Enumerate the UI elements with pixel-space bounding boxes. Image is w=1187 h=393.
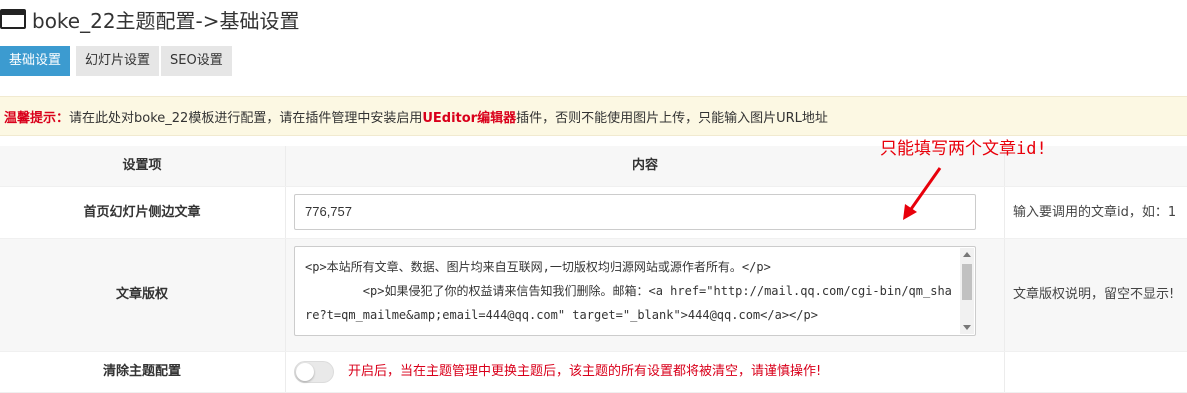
page-title: boke_22主题配置->基础设置	[32, 8, 300, 33]
table-row: 清除主题配置 开启后，当在主题管理中更换主题后，该主题的所有设置都将被清空，请谨…	[0, 352, 1187, 393]
annotation-arrow-icon	[903, 167, 942, 220]
tab-bar: 基础设置 幻灯片设置 SEO设置	[0, 46, 232, 76]
scroll-thumb[interactable]	[962, 264, 972, 300]
scroll-down-icon[interactable]	[963, 325, 971, 330]
toggle-knob	[296, 363, 314, 381]
content-cell: <p>本站所有文章、数据、图片均来自互联网,一切版权均归源网站或源作者所有。</…	[285, 239, 1005, 351]
row-label-copyright: 文章版权	[115, 287, 168, 302]
notice-banner: 温馨提示： 请在此处对boke_22模板进行配置，请在插件管理中安装启用 UEd…	[0, 96, 1187, 136]
row-help-copyright: 文章版权说明，留空不显示!	[1013, 287, 1175, 302]
slide-articles-input[interactable]: 776,757	[294, 194, 976, 230]
notice-text-after: 插件，否则不能使用图片上传，只能输入图片URL地址	[516, 110, 828, 126]
annotation-text: 只能填写两个文章id!	[880, 139, 1047, 159]
row-help-slide-articles: 输入要调用的文章id，如：1	[1013, 205, 1177, 220]
notice-text-before: 请在此处对boke_22模板进行配置，请在插件管理中安装启用	[69, 110, 423, 126]
table-row: 首页幻灯片侧边文章 776,757 输入要调用的文章id，如：1	[0, 187, 1187, 239]
clear-config-warning: 开启后，当在主题管理中更换主题后，该主题的所有设置都将被清空，请谨慎操作!	[348, 364, 822, 379]
window-icon	[0, 9, 26, 29]
scroll-up-icon[interactable]	[963, 252, 971, 257]
textarea-scrollbar[interactable]	[960, 248, 974, 334]
table-row: 文章版权 <p>本站所有文章、数据、图片均来自互联网,一切版权均归源网站或源作者…	[0, 239, 1187, 352]
tab-basic-settings[interactable]: 基础设置	[0, 46, 71, 76]
row-label-clear-config: 清除主题配置	[102, 364, 181, 379]
clear-config-toggle[interactable]	[294, 361, 334, 383]
settings-table: 设置项 内容 首页幻灯片侧边文章 776,757 输入要调用的文章id，如：1 …	[0, 146, 1187, 393]
textarea-line: <p>如果侵犯了你的权益请来信告知我们删除。邮箱：<a href="http:/…	[305, 284, 952, 322]
tab-seo-settings[interactable]: SEO设置	[161, 46, 232, 76]
tab-slideshow-settings[interactable]: 幻灯片设置	[76, 46, 160, 76]
header-setting: 设置项	[122, 158, 162, 173]
copyright-textarea[interactable]: <p>本站所有文章、数据、图片均来自互联网,一切版权均归源网站或源作者所有。</…	[294, 246, 976, 336]
row-label-slide-articles: 首页幻灯片侧边文章	[83, 205, 201, 220]
textarea-line: <p>本站所有文章、数据、图片均来自互联网,一切版权均归源网站或源作者所有。</…	[305, 260, 771, 274]
notice-highlight: UEditor编辑器	[422, 110, 517, 126]
notice-prefix: 温馨提示：	[4, 110, 70, 126]
content-cell: 开启后，当在主题管理中更换主题后，该主题的所有设置都将被清空，请谨慎操作!	[285, 352, 1005, 392]
title-bar: boke_22主题配置->基础设置	[0, 0, 300, 38]
